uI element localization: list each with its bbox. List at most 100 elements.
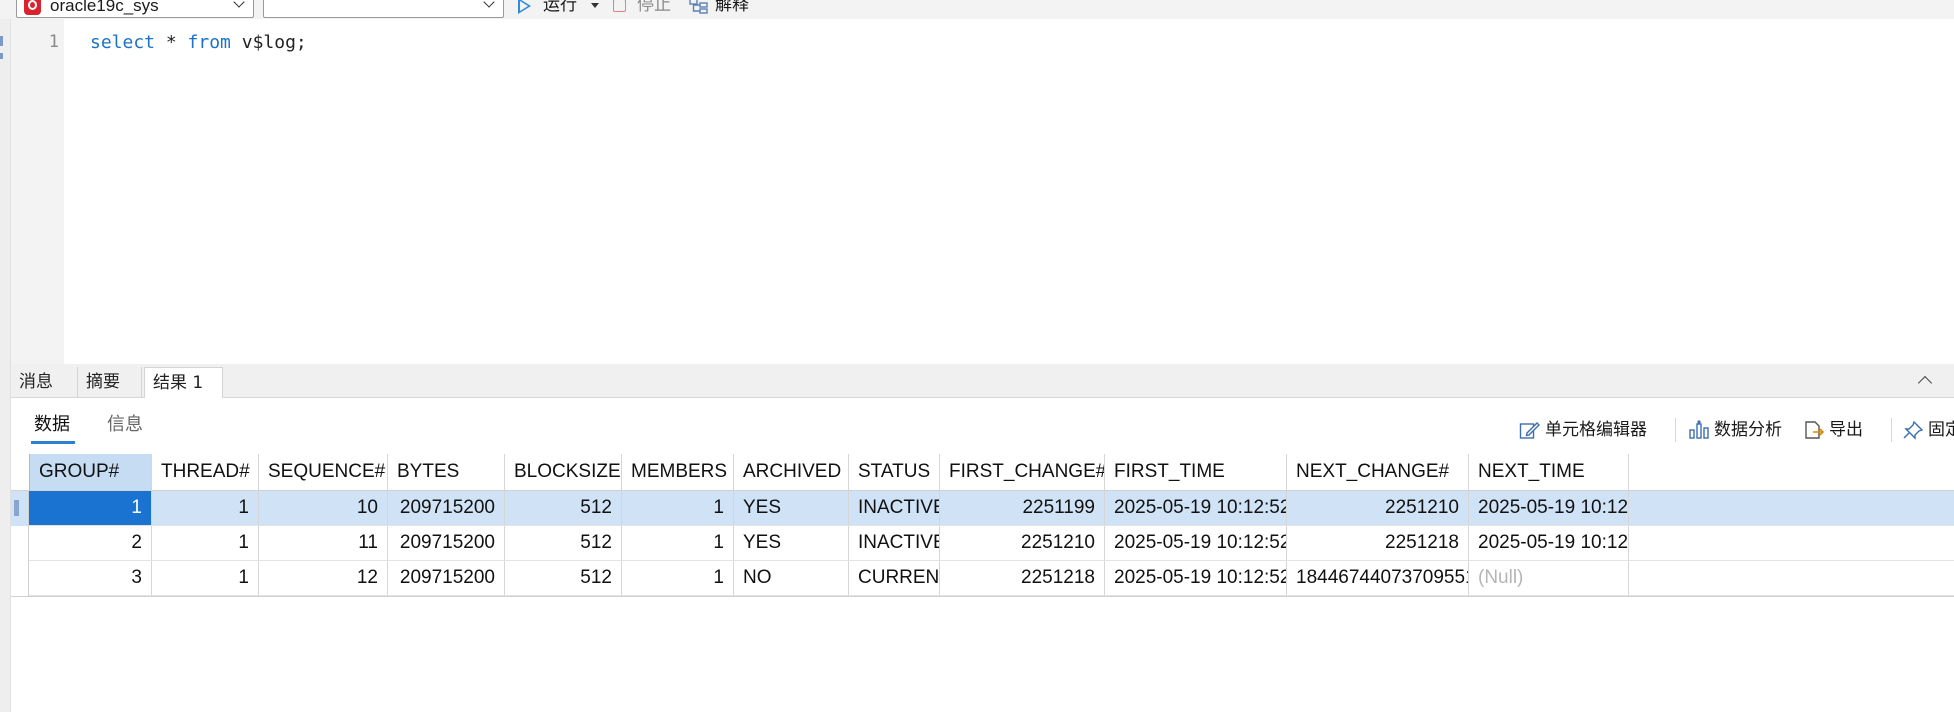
table-cell[interactable]: 2251218 xyxy=(940,561,1105,595)
table-cell[interactable]: (Null) xyxy=(1469,561,1629,595)
table-cell[interactable]: 512 xyxy=(505,526,622,560)
table-cell[interactable]: 2251210 xyxy=(940,526,1105,560)
table-cell[interactable]: 2025-05-19 10:12:52 xyxy=(1105,526,1287,560)
column-header[interactable]: NEXT_TIME xyxy=(1469,454,1629,490)
explain-button[interactable]: 解释 xyxy=(688,0,768,17)
sql-editor[interactable]: 1 select * from v$log; xyxy=(11,19,1954,364)
bar-chart-icon xyxy=(1689,420,1709,439)
table-cell[interactable]: 10 xyxy=(259,491,388,525)
column-header[interactable]: NEXT_CHANGE# xyxy=(1287,454,1469,490)
oracle-db-icon xyxy=(24,0,41,15)
table-cell[interactable]: 2251199 xyxy=(940,491,1105,525)
line-number-gutter: 1 xyxy=(11,19,64,364)
table-cell[interactable]: 512 xyxy=(505,491,622,525)
sql-text: v$log; xyxy=(230,32,307,53)
table-cell[interactable]: 1 xyxy=(622,561,734,595)
explain-button-label: 解释 xyxy=(715,0,749,15)
navicat-query-window: oracle19c_sys 运行 停止 解释 1 select * from v… xyxy=(0,0,1954,712)
explain-plan-icon xyxy=(689,0,708,14)
table-cell[interactable]: 209715200 xyxy=(388,491,505,525)
table-cell[interactable]: YES xyxy=(734,526,849,560)
sql-code-line[interactable]: select * from v$log; xyxy=(90,32,307,53)
table-cell[interactable]: 3 xyxy=(29,561,152,595)
tab-messages[interactable]: 消息 xyxy=(11,367,78,398)
table-cell[interactable]: CURRENT xyxy=(849,561,940,595)
result-subbar: 数据 信息 单元格编辑器 数据分析 导出 固定 xyxy=(11,398,1954,452)
active-tab-indicator xyxy=(31,441,75,444)
column-header[interactable]: ARCHIVED xyxy=(734,454,849,490)
pencil-icon xyxy=(1519,422,1540,439)
grid-corner xyxy=(11,454,30,490)
table-row[interactable]: 1 1 10 209715200 512 1 YES INACTIVE 2251199 2025-… xyxy=(11,491,1954,526)
column-header[interactable]: FIRST_TIME xyxy=(1105,454,1287,490)
column-header[interactable]: BLOCKSIZE xyxy=(505,454,622,490)
run-dropdown-caret-icon[interactable] xyxy=(591,3,599,8)
column-header[interactable]: SEQUENCE# xyxy=(259,454,388,490)
run-button[interactable]: 运行 xyxy=(516,0,606,17)
table-cell[interactable]: 1 xyxy=(622,526,734,560)
table-cell[interactable]: 12 xyxy=(259,561,388,595)
column-header[interactable]: STATUS xyxy=(849,454,940,490)
row-selector[interactable] xyxy=(11,491,29,526)
play-icon xyxy=(518,0,531,14)
pin-label: 固定 xyxy=(1928,420,1954,440)
connection-select-value: oracle19c_sys xyxy=(50,0,159,15)
table-cell[interactable]: 209715200 xyxy=(388,561,505,595)
table-cell[interactable]: 2251218 xyxy=(1287,526,1469,560)
stop-button[interactable]: 停止 xyxy=(612,0,682,17)
row-selector[interactable] xyxy=(11,526,29,561)
run-button-label: 运行 xyxy=(543,0,577,15)
grid-header-row: GROUP# THREAD# SEQUENCE# BYTES BLOCKSIZE MEMB… xyxy=(11,454,1954,491)
table-row[interactable]: 31122097152005121NOCURRENT22512182025-05… xyxy=(11,561,1954,596)
tab-summary[interactable]: 摘要 xyxy=(78,367,142,398)
stop-icon xyxy=(613,0,626,12)
table-cell[interactable]: 18446744073709551615 xyxy=(1287,561,1469,595)
query-toolbar: oracle19c_sys 运行 停止 解释 xyxy=(0,0,1954,19)
column-header[interactable]: MEMBERS xyxy=(622,454,734,490)
column-header[interactable]: BYTES xyxy=(388,454,505,490)
toolbar-divider xyxy=(1675,418,1676,442)
tab-info[interactable]: 信息 xyxy=(107,414,143,436)
table-cell[interactable]: 209715200 xyxy=(388,526,505,560)
table-cell[interactable]: 1 xyxy=(622,491,734,525)
table-cell[interactable]: 2025-05-19 10:12:52 xyxy=(1469,526,1629,560)
chevron-up-icon[interactable] xyxy=(1917,375,1933,391)
data-analysis-label: 数据分析 xyxy=(1714,420,1782,440)
table-cell[interactable]: 2025-05-19 10:12:52 xyxy=(1105,561,1287,595)
table-cell[interactable]: 2025-05-19 10:12:52 xyxy=(1105,491,1287,525)
table-cell[interactable]: 1 xyxy=(152,561,259,595)
table-cell[interactable]: 1 xyxy=(152,491,259,525)
column-header[interactable]: GROUP# xyxy=(29,454,152,490)
cell-editor-label: 单元格编辑器 xyxy=(1545,420,1647,440)
table-cell[interactable]: 11 xyxy=(259,526,388,560)
sql-keyword: from xyxy=(187,32,231,53)
left-side-strip xyxy=(0,19,11,712)
tab-data[interactable]: 数据 xyxy=(34,414,70,436)
connection-select[interactable]: oracle19c_sys xyxy=(16,0,254,18)
toolbar-divider xyxy=(1891,418,1892,442)
table-cell[interactable]: INACTIVE xyxy=(849,526,940,560)
tab-result-1[interactable]: 结果 1 xyxy=(144,367,223,399)
table-cell[interactable]: 1 xyxy=(152,526,259,560)
table-row[interactable]: 2 1 11 209715200 512 1 YES INACTIVE 2251210 2025-… xyxy=(11,526,1954,561)
table-cell[interactable]: YES xyxy=(734,491,849,525)
table-cell[interactable]: NO xyxy=(734,561,849,595)
column-header[interactable]: THREAD# xyxy=(152,454,259,490)
stop-button-label: 停止 xyxy=(637,0,671,15)
sql-keyword: select xyxy=(90,32,156,53)
export-label: 导出 xyxy=(1829,420,1863,440)
database-select[interactable] xyxy=(263,0,504,18)
table-cell[interactable]: 2251210 xyxy=(1287,491,1469,525)
table-cell[interactable]: 2 xyxy=(29,526,152,560)
table-cell[interactable]: 512 xyxy=(505,561,622,595)
row-selector[interactable] xyxy=(11,561,29,596)
side-marker xyxy=(0,53,3,59)
column-header[interactable]: FIRST_CHANGE# xyxy=(940,454,1105,490)
side-marker xyxy=(0,36,3,46)
current-row-indicator-icon xyxy=(14,500,19,516)
table-cell[interactable]: 2025-05-19 10:12:52 xyxy=(1469,491,1629,525)
grid-bottom-border xyxy=(11,596,1954,597)
table-cell[interactable]: 1 xyxy=(29,491,152,525)
result-grid[interactable]: GROUP# THREAD# SEQUENCE# BYTES BLOCKSIZE MEMB… xyxy=(11,454,1954,712)
table-cell[interactable]: INACTIVE xyxy=(849,491,940,525)
